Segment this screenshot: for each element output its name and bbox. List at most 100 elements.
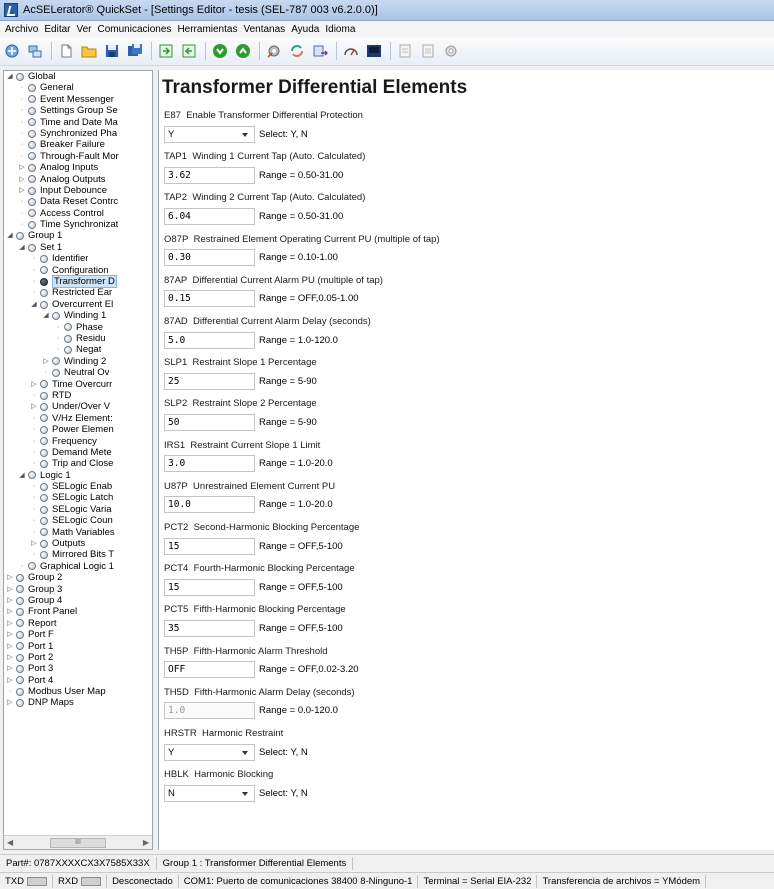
tree-item-neutral-ov[interactable]: · Neutral Ov — [4, 367, 152, 378]
collapse-arrow-icon[interactable]: ◢ — [18, 470, 26, 481]
pct5-input[interactable]: 35 — [164, 619, 255, 637]
save-all-icon[interactable] — [126, 42, 144, 60]
menu-editar[interactable]: Editar — [41, 24, 73, 35]
tree-item-outputs[interactable]: ▷ Outputs — [4, 538, 152, 549]
menu-ver[interactable]: Ver — [73, 24, 94, 35]
th5p-input[interactable]: OFF — [164, 661, 255, 679]
hmi-icon[interactable] — [342, 42, 360, 60]
connect-icon[interactable] — [3, 42, 21, 60]
tree-item-selogic-enab[interactable]: · SELogic Enab — [4, 481, 152, 492]
expand-arrow-icon[interactable]: ▷ — [6, 652, 14, 663]
hrstr-select[interactable]: Y — [164, 743, 255, 761]
tree-item-port-4[interactable]: ▷ Port 4 — [4, 675, 152, 686]
tree-item-math-variables[interactable]: · Math Variables — [4, 527, 152, 538]
tap2-input[interactable]: 6.04 — [164, 207, 255, 225]
tree-item-frequency[interactable]: · Frequency — [4, 436, 152, 447]
menu-herramientas[interactable]: Herramientas — [174, 24, 240, 35]
tree-item-settings-group-se[interactable]: · Settings Group Se — [4, 105, 152, 116]
slp2-input[interactable]: 50 — [164, 413, 255, 431]
collapse-arrow-icon[interactable]: ◢ — [6, 230, 14, 241]
new-icon[interactable] — [57, 42, 75, 60]
expand-arrow-icon[interactable]: ▷ — [42, 356, 50, 367]
expand-arrow-icon[interactable]: ▷ — [6, 618, 14, 629]
tree-item-phase[interactable]: · Phase — [4, 322, 152, 333]
tree-item-restricted-ear[interactable]: · Restricted Ear — [4, 287, 152, 298]
tree-item-input-debounce[interactable]: ▷ Input Debounce — [4, 185, 152, 196]
expand-arrow-icon[interactable]: ▷ — [6, 641, 14, 652]
tree-item-group-3[interactable]: ▷ Group 3 — [4, 584, 152, 595]
dropdown-arrow-icon[interactable] — [242, 132, 248, 137]
tree-item-time-and-date-ma[interactable]: · Time and Date Ma — [4, 117, 152, 128]
dropdown-arrow-icon[interactable] — [242, 750, 248, 755]
tree-item-event-messenger[interactable]: · Event Messenger — [4, 94, 152, 105]
tree-item-overcurrent-el[interactable]: ◢ Overcurrent El — [4, 299, 152, 310]
collapse-arrow-icon[interactable]: ◢ — [18, 242, 26, 253]
tree-item-set-1[interactable]: ◢ Set 1 — [4, 242, 152, 253]
pct4-input[interactable]: 15 — [164, 578, 255, 596]
tree-item-trip-and-close[interactable]: · Trip and Close — [4, 458, 152, 469]
terminal-icon[interactable] — [365, 42, 383, 60]
network-icon[interactable] — [26, 42, 44, 60]
tree-item-logic-1[interactable]: ◢ Logic 1 — [4, 470, 152, 481]
tree-item-report[interactable]: ▷ Report — [4, 618, 152, 629]
tree-item-negat[interactable]: · Negat — [4, 344, 152, 355]
tree-item-through-fault-mor[interactable]: · Through-Fault Mor — [4, 151, 152, 162]
87ap-input[interactable]: 0.15 — [164, 290, 255, 308]
settings-gear-icon[interactable] — [265, 42, 283, 60]
menu-ventanas[interactable]: Ventanas — [240, 24, 288, 35]
expand-arrow-icon[interactable]: ▷ — [30, 401, 38, 412]
scroll-left-arrow-icon[interactable]: ◀ — [7, 838, 13, 847]
go-green-icon[interactable] — [211, 42, 229, 60]
read-icon[interactable] — [180, 42, 198, 60]
tree-item-port-1[interactable]: ▷ Port 1 — [4, 641, 152, 652]
tree-item-time-synchronizat[interactable]: · Time Synchronizat — [4, 219, 152, 230]
tree-item-v-hz-element[interactable]: · V/Hz Element: — [4, 413, 152, 424]
tree-item-selogic-coun[interactable]: · SELogic Coun — [4, 515, 152, 526]
expand-arrow-icon[interactable]: ▷ — [6, 663, 14, 674]
slp1-input[interactable]: 25 — [164, 372, 255, 390]
o87p-input[interactable]: 0.30 — [164, 249, 255, 267]
expand-arrow-icon[interactable]: ▷ — [18, 174, 26, 185]
tree-item-breaker-failure[interactable]: · Breaker Failure — [4, 139, 152, 150]
expand-arrow-icon[interactable]: ▷ — [30, 379, 38, 390]
dropdown-arrow-icon[interactable] — [242, 791, 248, 796]
th5d-input[interactable]: 1.0 — [164, 702, 255, 720]
tree-item-global[interactable]: ◢ Global — [4, 71, 152, 82]
tree-item-demand-mete[interactable]: · Demand Mete — [4, 447, 152, 458]
expand-arrow-icon[interactable]: ▷ — [30, 538, 38, 549]
tree-item-port-f[interactable]: ▷ Port F — [4, 629, 152, 640]
tree-item-selogic-latch[interactable]: · SELogic Latch — [4, 492, 152, 503]
report-icon[interactable] — [396, 42, 414, 60]
refresh-icon[interactable] — [288, 42, 306, 60]
tree-item-group-2[interactable]: ▷ Group 2 — [4, 572, 152, 583]
irs1-input[interactable]: 3.0 — [164, 455, 255, 473]
u87p-input[interactable]: 10.0 — [164, 496, 255, 514]
expand-arrow-icon[interactable]: ▷ — [6, 629, 14, 640]
options-icon[interactable] — [442, 42, 460, 60]
menu-idioma[interactable]: Idioma — [322, 24, 358, 35]
tree-item-synchronized-pha[interactable]: · Synchronized Pha — [4, 128, 152, 139]
tree-item-port-3[interactable]: ▷ Port 3 — [4, 663, 152, 674]
expand-arrow-icon[interactable]: ▷ — [6, 572, 14, 583]
e87-select[interactable]: Y — [164, 125, 255, 143]
expand-arrow-icon[interactable]: ▷ — [18, 162, 26, 173]
menu-comunicaciones[interactable]: Comunicaciones — [95, 24, 175, 35]
tree-item-winding-2[interactable]: ▷ Winding 2 — [4, 356, 152, 367]
87ad-input[interactable]: 5.0 — [164, 331, 255, 349]
tree-item-modbus-user-map[interactable]: · Modbus User Map — [4, 686, 152, 697]
tree-item-dnp-maps[interactable]: ▷ DNP Maps — [4, 697, 152, 708]
tree-item-under-over-v[interactable]: ▷ Under/Over V — [4, 401, 152, 412]
settings-tree[interactable]: ◢ Global · General · Event Messenger · Settings… — [3, 70, 153, 850]
expand-arrow-icon[interactable]: ▷ — [18, 185, 26, 196]
collapse-arrow-icon[interactable]: ◢ — [6, 71, 14, 82]
tree-item-general[interactable]: · General — [4, 82, 152, 93]
up-green-icon[interactable] — [234, 42, 252, 60]
tap1-input[interactable]: 3.62 — [164, 166, 255, 184]
scroll-right-arrow-icon[interactable]: ▶ — [143, 838, 149, 847]
tree-item-access-control[interactable]: · Access Control — [4, 208, 152, 219]
tree-item-analog-outputs[interactable]: ▷ Analog Outputs — [4, 174, 152, 185]
open-folder-icon[interactable] — [80, 42, 98, 60]
collapse-arrow-icon[interactable]: ◢ — [30, 299, 38, 310]
tree-item-group-1[interactable]: ◢ Group 1 — [4, 230, 152, 241]
tree-item-port-2[interactable]: ▷ Port 2 — [4, 652, 152, 663]
